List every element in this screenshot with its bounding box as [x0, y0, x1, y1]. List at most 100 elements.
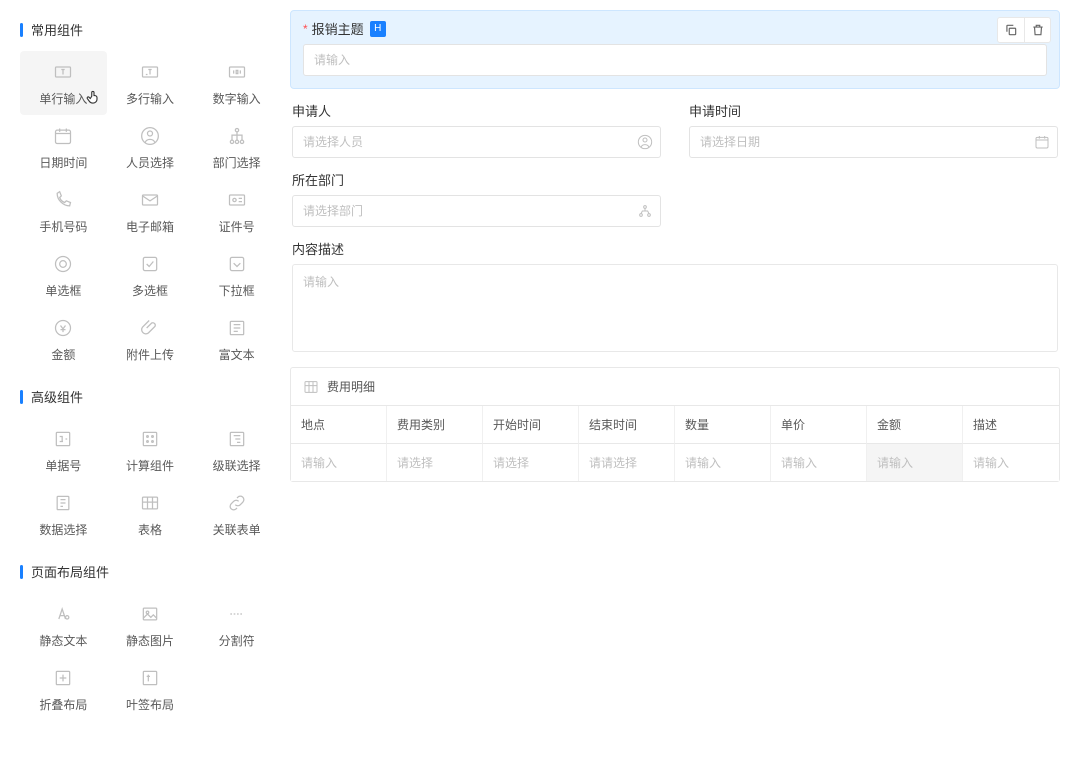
component-attach[interactable]: 附件上传 — [107, 307, 194, 371]
component-label: 多行输入 — [126, 90, 174, 107]
selected-field-block[interactable]: * 报销主题 H — [290, 10, 1060, 89]
applicant-input[interactable] — [292, 126, 661, 158]
component-divider[interactable]: 分割符 — [193, 593, 280, 657]
table-icon — [138, 491, 162, 515]
docno-icon — [51, 427, 75, 451]
component-tabs[interactable]: 叶签布局 — [107, 657, 194, 721]
component-label: 多选框 — [132, 282, 168, 299]
component-statictext[interactable]: 静态文本 — [20, 593, 107, 657]
component-dataselect[interactable]: 数据选择 — [20, 482, 107, 546]
component-label: 单选框 — [45, 282, 81, 299]
calc-icon — [138, 427, 162, 451]
component-calendar[interactable]: 日期时间 — [20, 115, 107, 179]
component-label: 富文本 — [219, 346, 255, 363]
id-icon — [225, 188, 249, 212]
calendar-icon — [51, 124, 75, 148]
form-canvas: * 报销主题 H 申请人 申请时间 — [290, 0, 1080, 768]
dropdown-icon — [225, 252, 249, 276]
component-label: 级联选择 — [213, 457, 261, 474]
table-cell[interactable]: 请输入 — [963, 444, 1059, 481]
text-input-icon — [51, 60, 75, 84]
component-label: 单行输入 — [39, 90, 87, 107]
component-id[interactable]: 证件号 — [193, 179, 280, 243]
component-cascade[interactable]: 级联选择 — [193, 418, 280, 482]
component-phone[interactable]: 手机号码 — [20, 179, 107, 243]
component-sidebar: 常用组件 单行输入 多行输入 数字输入日期时间 人员选择 部门选择手机号码 电子邮箱 证件号… — [0, 0, 290, 768]
department-input[interactable] — [292, 195, 661, 227]
section-advanced: 高级组件 单据号计算组件 级联选择数据选择表格 关联表单 — [20, 387, 280, 546]
copy-button[interactable] — [998, 18, 1024, 42]
component-dropdown[interactable]: 下拉框 — [193, 243, 280, 307]
component-image[interactable]: 静态图片 — [107, 593, 194, 657]
component-user[interactable]: 人员选择 — [107, 115, 194, 179]
table-header: 单价 — [771, 406, 867, 444]
table-cell[interactable]: 请选择 — [483, 444, 579, 481]
component-collapse[interactable]: 折叠布局 — [20, 657, 107, 721]
divider-icon — [225, 602, 249, 626]
user-icon — [637, 134, 653, 150]
radio-icon — [51, 252, 75, 276]
delete-button[interactable] — [1024, 18, 1050, 42]
component-label: 证件号 — [219, 218, 255, 235]
table-cell[interactable]: 请输入 — [771, 444, 867, 481]
dataselect-icon — [51, 491, 75, 515]
component-label: 日期时间 — [39, 154, 87, 171]
collapse-icon — [51, 666, 75, 690]
table-header: 费用类别 — [387, 406, 483, 444]
component-label: 手机号码 — [39, 218, 87, 235]
phone-icon — [51, 188, 75, 212]
detail-table[interactable]: 费用明细 地点费用类别开始时间结束时间数量单价金额描述 请输入请选择请选择请请选… — [290, 367, 1060, 482]
component-label: 计算组件 — [126, 457, 174, 474]
component-text-input[interactable]: 单行输入 — [20, 51, 107, 115]
table-cell[interactable]: 请输入 — [867, 444, 963, 481]
table-header: 描述 — [963, 406, 1059, 444]
table-header: 数量 — [675, 406, 771, 444]
component-label: 金额 — [51, 346, 75, 363]
component-textarea[interactable]: 多行输入 — [107, 51, 194, 115]
applytime-input[interactable] — [689, 126, 1058, 158]
image-icon — [138, 602, 162, 626]
component-docno[interactable]: 单据号 — [20, 418, 107, 482]
selected-field-input[interactable] — [303, 44, 1047, 76]
org-icon — [225, 124, 249, 148]
component-label: 折叠布局 — [39, 696, 87, 713]
component-link[interactable]: 关联表单 — [193, 482, 280, 546]
attach-icon — [138, 316, 162, 340]
component-label: 下拉框 — [219, 282, 255, 299]
component-label: 叶签布局 — [126, 696, 174, 713]
component-label: 表格 — [138, 521, 162, 538]
section-title-advanced: 高级组件 — [20, 387, 280, 406]
component-org[interactable]: 部门选择 — [193, 115, 280, 179]
department-label: 所在部门 — [292, 170, 661, 189]
field-actions — [997, 17, 1051, 43]
component-label: 数字输入 — [213, 90, 261, 107]
table-cell[interactable]: 请请选择 — [579, 444, 675, 481]
description-textarea[interactable] — [292, 264, 1058, 352]
component-calc[interactable]: 计算组件 — [107, 418, 194, 482]
statictext-icon — [51, 602, 75, 626]
table-cell[interactable]: 请输入 — [675, 444, 771, 481]
component-checkbox[interactable]: 多选框 — [107, 243, 194, 307]
user-icon — [138, 124, 162, 148]
applicant-label: 申请人 — [292, 101, 661, 120]
detail-caption-text: 费用明细 — [327, 378, 375, 395]
component-label: 人员选择 — [126, 154, 174, 171]
section-layout: 页面布局组件 静态文本静态图片分割符折叠布局叶签布局 — [20, 562, 280, 721]
number-icon — [225, 60, 249, 84]
section-title-common: 常用组件 — [20, 20, 280, 39]
table-cell[interactable]: 请输入 — [291, 444, 387, 481]
cursor-hand-icon — [85, 88, 103, 111]
component-label: 关联表单 — [213, 521, 261, 538]
table-cell[interactable]: 请选择 — [387, 444, 483, 481]
component-table[interactable]: 表格 — [107, 482, 194, 546]
component-mail[interactable]: 电子邮箱 — [107, 179, 194, 243]
component-radio[interactable]: 单选框 — [20, 243, 107, 307]
component-richtext[interactable]: 富文本 — [193, 307, 280, 371]
component-number[interactable]: 数字输入 — [193, 51, 280, 115]
table-header: 开始时间 — [483, 406, 579, 444]
header-badge-icon: H — [370, 21, 386, 37]
component-money[interactable]: 金额 — [20, 307, 107, 371]
component-label: 静态文本 — [39, 632, 87, 649]
component-label: 电子邮箱 — [126, 218, 174, 235]
component-label: 静态图片 — [126, 632, 174, 649]
